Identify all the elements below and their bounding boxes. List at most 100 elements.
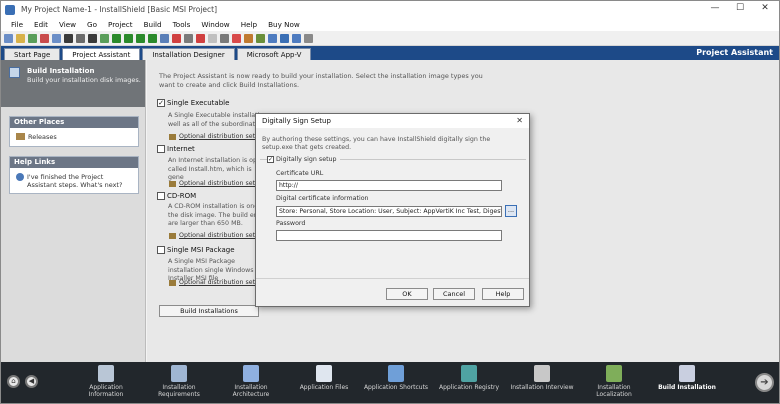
dock-item-label: Installation Interview xyxy=(510,384,574,391)
single-executable-distribution-link[interactable]: Optional distribution settin xyxy=(169,133,263,140)
cd-rom-desc: A CD-ROM installation is one in the disk… xyxy=(168,203,268,227)
browse-certificate-button[interactable]: ... xyxy=(505,205,517,217)
toolbar-icon-14[interactable] xyxy=(160,33,169,43)
menu-help[interactable]: Help xyxy=(241,20,257,29)
password-label: Password xyxy=(276,220,306,227)
settings-icon xyxy=(169,133,176,140)
build-installations-button[interactable]: Build Installations xyxy=(159,305,259,317)
menu-project[interactable]: Project xyxy=(108,20,133,29)
certificate-url-label: Certificate URL xyxy=(276,170,324,177)
menu-window[interactable]: Window xyxy=(201,20,229,29)
close-button[interactable]: ✕ xyxy=(758,3,772,13)
toolbar-icon-17[interactable] xyxy=(196,33,205,43)
toolbar-icon-3[interactable] xyxy=(28,33,37,43)
menu-tools[interactable]: Tools xyxy=(173,20,191,29)
toolbar-icon-1[interactable] xyxy=(4,33,13,43)
digitally-sign-checkbox-row[interactable]: ✓ Digitally sign setup xyxy=(267,156,340,163)
option-single-executable[interactable]: ✓ Single Executable xyxy=(157,99,229,107)
toolbar-icon-25[interactable] xyxy=(292,33,301,43)
certificate-url-input[interactable]: http:// xyxy=(276,180,502,191)
menu-edit[interactable]: Edit xyxy=(34,20,48,29)
dialog-footer-separator xyxy=(256,278,529,279)
toolbar-icon-11[interactable] xyxy=(124,33,133,43)
toolbar-icon-4[interactable] xyxy=(40,33,49,43)
dock-item-installation-localization[interactable]: Installation Localization xyxy=(579,365,649,398)
dock-item-application-registry[interactable]: Application Registry xyxy=(434,365,504,391)
single-msi-checkbox[interactable] xyxy=(157,246,165,254)
toolbar-icon-26[interactable] xyxy=(304,33,313,43)
cert-info-input[interactable]: Store: Personal, Store Location: User, S… xyxy=(276,206,502,217)
dock-item-label: Installation Localization xyxy=(596,384,632,398)
toolbar-icon-22[interactable] xyxy=(256,33,265,43)
tab-microsoft-app-v[interactable]: Microsoft App-V xyxy=(236,48,312,60)
toolbar-icon-20[interactable] xyxy=(232,33,241,43)
help-link-whats-next[interactable]: I've finished the Project Assistant step… xyxy=(10,168,138,194)
menu-file[interactable]: File xyxy=(11,20,23,29)
dock-item-application-information[interactable]: Application Information xyxy=(71,365,141,398)
internet-checkbox[interactable] xyxy=(157,145,165,153)
toolbar-icon-6[interactable] xyxy=(64,33,73,43)
single-executable-checkbox[interactable]: ✓ xyxy=(157,99,165,107)
toolbar-icon-5[interactable] xyxy=(52,33,61,43)
option-cd-rom[interactable]: CD-ROM xyxy=(157,192,196,200)
cd-rom-checkbox[interactable] xyxy=(157,192,165,200)
dock-item-installation-interview[interactable]: Installation Interview xyxy=(507,365,577,391)
tab-installation-designer[interactable]: Installation Designer xyxy=(142,48,235,60)
folder-icon xyxy=(16,133,25,140)
toolbar-icon-9[interactable] xyxy=(100,33,109,43)
home-icon[interactable]: ⌂ xyxy=(7,375,20,388)
toolbar-icon-12[interactable] xyxy=(136,33,145,43)
toolbar-icon-16[interactable] xyxy=(184,33,193,43)
dock-item-application-files[interactable]: Application Files xyxy=(289,365,359,391)
tab-project-assistant[interactable]: Project Assistant xyxy=(62,48,141,60)
menu-view[interactable]: View xyxy=(59,20,76,29)
cd-rom-label: CD-ROM xyxy=(167,192,197,200)
toolbar-icon-18[interactable] xyxy=(208,33,217,43)
help-button[interactable]: Help xyxy=(482,288,524,300)
dock-item-installation-architecture[interactable]: Installation Architecture xyxy=(216,365,286,398)
installation-requirements-icon xyxy=(171,365,187,382)
single-msi-label: Single MSI Package xyxy=(167,246,235,254)
menu-build[interactable]: Build xyxy=(144,20,162,29)
dialog-close-icon[interactable]: ✕ xyxy=(516,114,523,128)
minimize-button[interactable]: — xyxy=(708,3,722,13)
back-icon[interactable]: ◀ xyxy=(25,375,38,388)
cert-info-label: Digital certificate information xyxy=(276,195,369,202)
dock-item-installation-requirements[interactable]: Installation Requirements xyxy=(144,365,214,398)
dialog-title: Digitally Sign Setup xyxy=(262,117,331,125)
option-internet[interactable]: Internet xyxy=(157,145,195,153)
toolbar-icon-2[interactable] xyxy=(16,33,25,43)
toolbar-icon-8[interactable] xyxy=(88,33,97,43)
internet-distribution-link[interactable]: Optional distribution settin xyxy=(169,180,263,187)
cancel-button[interactable]: Cancel xyxy=(433,288,475,300)
toolbar-icon-15[interactable] xyxy=(172,33,181,43)
option-single-msi-package[interactable]: Single MSI Package xyxy=(157,246,235,254)
toolbar-icon-10[interactable] xyxy=(112,33,121,43)
other-places-panel: Other Places Releases xyxy=(9,116,139,147)
dock-item-application-shortcuts[interactable]: Application Shortcuts xyxy=(361,365,431,391)
dock-item-label: Application Files xyxy=(299,384,349,391)
releases-label: Releases xyxy=(28,133,57,141)
toolbar-icon-23[interactable] xyxy=(268,33,277,43)
help-links-header: Help Links xyxy=(10,157,138,168)
tab-start-page[interactable]: Start Page xyxy=(4,48,61,60)
dock-item-build-installation[interactable]: Build Installation xyxy=(652,365,722,391)
digitally-sign-label: Digitally sign setup xyxy=(276,156,337,163)
toolbar-icon-13[interactable] xyxy=(148,33,157,43)
toolbar-icon-24[interactable] xyxy=(280,33,289,43)
single-msi-distribution-link[interactable]: Optional distribution settin xyxy=(169,279,263,286)
password-input[interactable] xyxy=(276,230,502,241)
ok-button[interactable]: OK xyxy=(386,288,428,300)
toolbar-icon-19[interactable] xyxy=(220,33,229,43)
releases-link[interactable]: Releases xyxy=(10,128,138,146)
application-shortcuts-icon xyxy=(388,365,404,382)
application-files-icon xyxy=(316,365,332,382)
menu-go[interactable]: Go xyxy=(87,20,97,29)
cd-rom-distribution-link[interactable]: Optional distribution settin xyxy=(169,232,263,239)
maximize-button[interactable]: ☐ xyxy=(733,3,747,13)
next-arrow-icon[interactable]: ➔ xyxy=(755,373,774,392)
digitally-sign-checkbox[interactable]: ✓ xyxy=(267,156,274,163)
toolbar-icon-21[interactable] xyxy=(244,33,253,43)
toolbar-icon-7[interactable] xyxy=(76,33,85,43)
menu-buy-now[interactable]: Buy Now xyxy=(268,20,300,29)
